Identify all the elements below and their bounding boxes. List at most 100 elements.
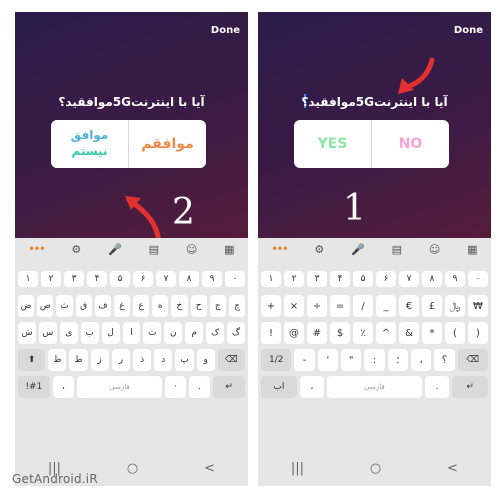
key[interactable]: د: [154, 349, 173, 371]
key[interactable]: ۳: [64, 271, 84, 287]
key[interactable]: +: [261, 295, 281, 317]
more-icon[interactable]: •••: [28, 244, 45, 255]
key[interactable]: پ: [175, 349, 194, 371]
key[interactable]: ': [317, 349, 339, 371]
mic-icon[interactable]: 🎤: [351, 243, 365, 256]
backspace-key[interactable]: ⌫: [457, 349, 488, 371]
key[interactable]: خ: [171, 295, 188, 317]
emoji-icon[interactable]: ☺: [429, 243, 440, 256]
key[interactable]: /: [353, 295, 373, 317]
key[interactable]: ر: [111, 349, 131, 371]
key[interactable]: ۸: [179, 271, 199, 287]
done-button[interactable]: Done: [211, 25, 240, 36]
key[interactable]: ۹: [445, 271, 465, 287]
key[interactable]: ﷼: [445, 295, 465, 317]
key[interactable]: $: [330, 322, 350, 344]
back-icon[interactable]: <: [204, 461, 215, 476]
key[interactable]: ج: [209, 295, 226, 317]
key[interactable]: _: [376, 295, 396, 317]
key[interactable]: غ: [113, 295, 131, 317]
key[interactable]: :: [364, 349, 385, 371]
key[interactable]: ۸: [422, 271, 442, 287]
key[interactable]: =: [330, 295, 350, 317]
key[interactable]: ص: [37, 295, 54, 317]
key[interactable]: ف: [94, 295, 111, 317]
key[interactable]: ،: [410, 349, 432, 371]
poll-option-agree[interactable]: موافقم: [128, 120, 206, 168]
key[interactable]: ₩: [468, 295, 488, 317]
key[interactable]: و: [196, 349, 215, 371]
key[interactable]: ک: [206, 322, 225, 344]
key[interactable]: ۳: [307, 271, 327, 287]
key[interactable]: ی: [59, 322, 78, 344]
key[interactable]: ۴: [87, 271, 107, 287]
mic-icon[interactable]: 🎤: [108, 243, 122, 256]
comma-key[interactable]: ،: [52, 376, 74, 398]
key[interactable]: ^: [376, 322, 396, 344]
shift-key[interactable]: ⬆: [18, 349, 46, 371]
key[interactable]: ): [468, 322, 488, 344]
key[interactable]: ۷: [399, 271, 419, 287]
key[interactable]: ل: [101, 322, 120, 344]
key[interactable]: م: [185, 322, 204, 344]
comma-key[interactable]: ،: [299, 376, 324, 398]
key[interactable]: گ: [227, 322, 245, 344]
clipboard-icon[interactable]: ▤: [149, 243, 159, 256]
key[interactable]: ش: [18, 322, 36, 344]
back-icon[interactable]: <: [447, 461, 458, 476]
poll-option-no[interactable]: NO: [371, 120, 449, 168]
key[interactable]: ز: [90, 349, 109, 371]
symbols-key[interactable]: !#1: [18, 376, 50, 398]
key[interactable]: چ: [228, 295, 246, 317]
key[interactable]: ۴: [330, 271, 350, 287]
key[interactable]: (: [445, 322, 465, 344]
space-key[interactable]: فارسی: [326, 376, 423, 398]
key[interactable]: ۵: [110, 271, 130, 287]
key[interactable]: ÷: [307, 295, 327, 317]
cursor-key[interactable]: ‧: [164, 376, 186, 398]
key[interactable]: ن: [164, 322, 183, 344]
key[interactable]: ۰: [225, 271, 245, 287]
poll-card[interactable]: موافق نیستم موافقم: [51, 120, 206, 168]
done-button[interactable]: Done: [454, 25, 483, 36]
key[interactable]: ۲: [284, 271, 304, 287]
key[interactable]: س: [38, 322, 57, 344]
more-icon[interactable]: •••: [271, 244, 288, 255]
key[interactable]: ؛: [387, 349, 408, 371]
poll-option-disagree[interactable]: موافق نیستم: [51, 120, 128, 168]
page-toggle-key[interactable]: 1/2: [261, 349, 292, 371]
key[interactable]: €: [399, 295, 419, 317]
key[interactable]: ×: [284, 295, 304, 317]
key[interactable]: ": [341, 349, 362, 371]
key[interactable]: ث: [56, 295, 73, 317]
period-key[interactable]: .: [425, 376, 450, 398]
key[interactable]: ت: [143, 322, 162, 344]
key[interactable]: ۶: [376, 271, 396, 287]
key[interactable]: ۹: [202, 271, 222, 287]
gear-icon[interactable]: ⚙: [71, 243, 81, 256]
period-key[interactable]: .: [189, 376, 211, 398]
backspace-key[interactable]: ⌫: [217, 349, 246, 371]
enter-key[interactable]: ↵: [452, 376, 488, 398]
sticker-icon[interactable]: ▦: [224, 243, 234, 256]
key[interactable]: -: [294, 349, 315, 371]
home-icon[interactable]: ○: [370, 461, 381, 476]
recents-icon[interactable]: |||: [291, 461, 304, 476]
home-icon[interactable]: ○: [127, 461, 138, 476]
key[interactable]: !: [261, 322, 281, 344]
key[interactable]: ع: [133, 295, 150, 317]
key[interactable]: £: [422, 295, 442, 317]
key[interactable]: ق: [75, 295, 92, 317]
key[interactable]: ط: [69, 349, 88, 371]
key[interactable]: ذ: [133, 349, 152, 371]
space-key[interactable]: فارسی: [77, 376, 162, 398]
key[interactable]: #: [307, 322, 327, 344]
key[interactable]: &: [399, 322, 419, 344]
poll-option-yes[interactable]: YES: [294, 120, 371, 168]
letters-key[interactable]: اب: [261, 376, 297, 398]
key[interactable]: ٪: [353, 322, 373, 344]
key[interactable]: ؟: [434, 349, 455, 371]
emoji-icon[interactable]: ☺: [186, 243, 197, 256]
key[interactable]: ۶: [133, 271, 153, 287]
key[interactable]: ۷: [156, 271, 176, 287]
